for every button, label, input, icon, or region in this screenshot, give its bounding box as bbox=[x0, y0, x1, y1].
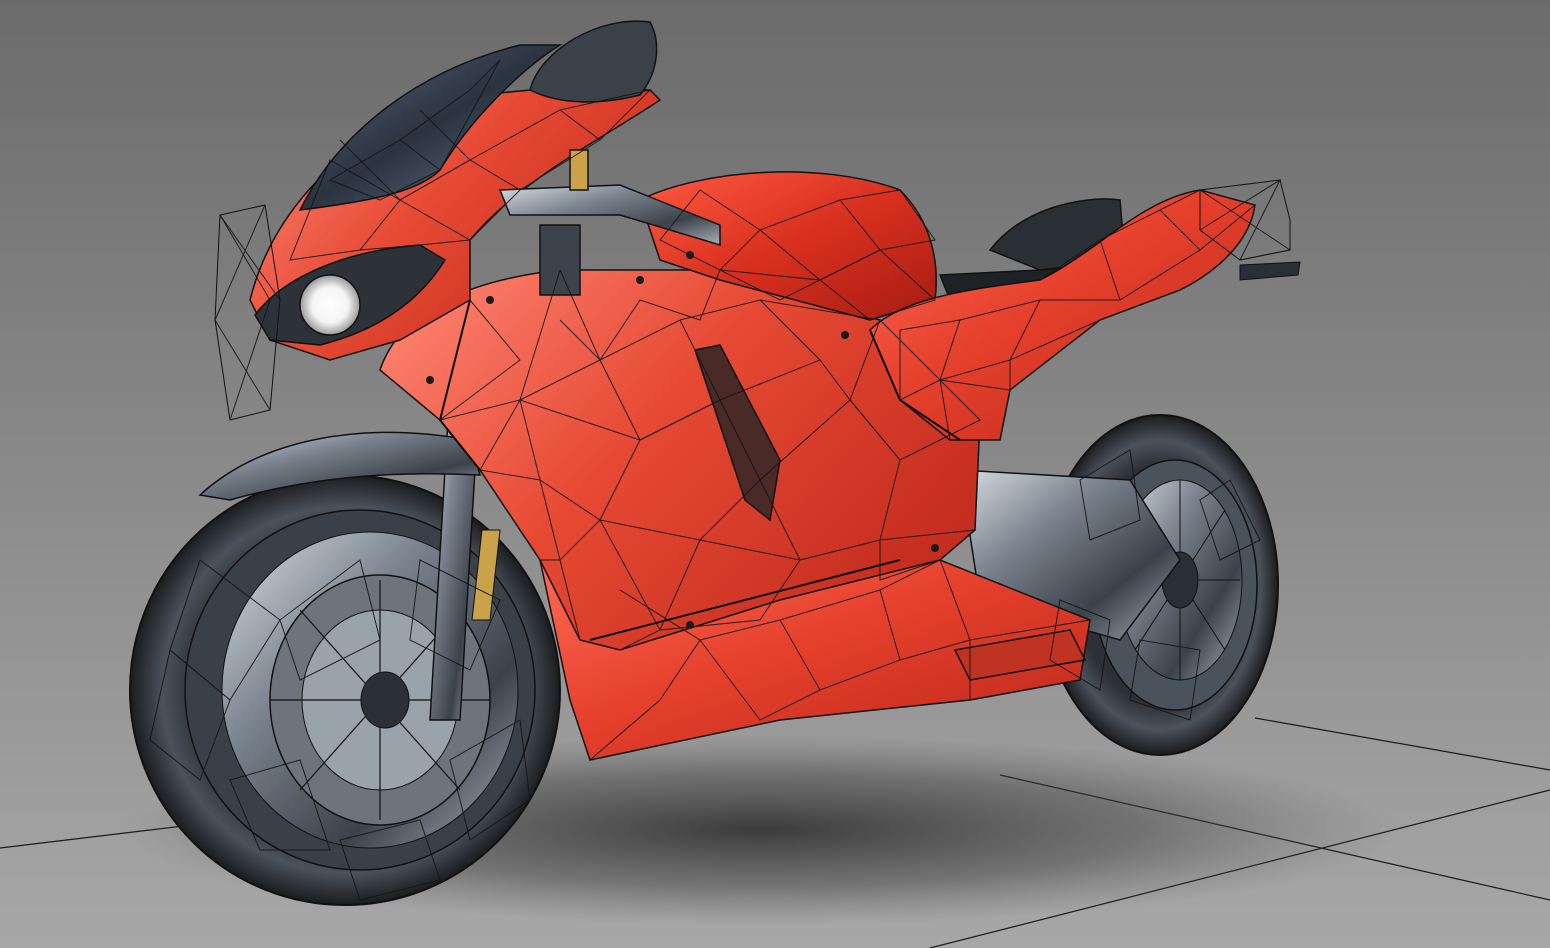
render-canvas bbox=[0, 0, 1550, 948]
headlight bbox=[299, 274, 361, 336]
3d-viewport[interactable] bbox=[0, 0, 1550, 948]
